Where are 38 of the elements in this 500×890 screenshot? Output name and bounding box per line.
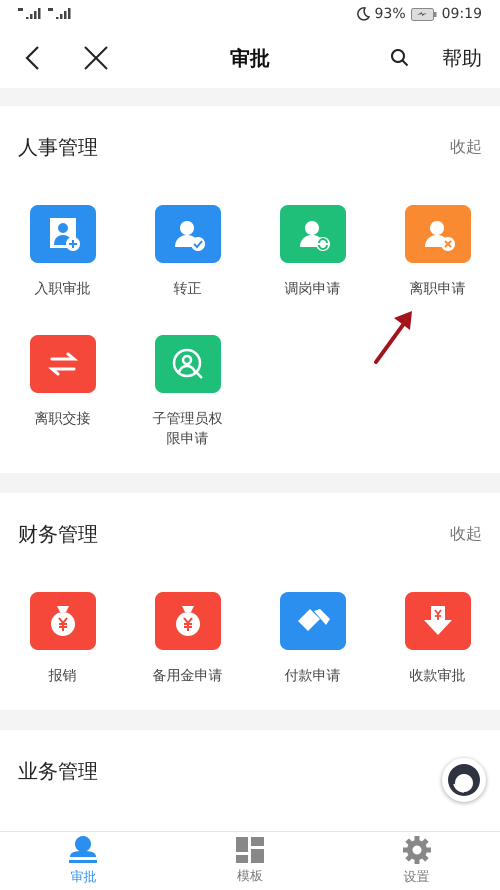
section-title: 人事管理 [18,134,98,161]
moon-icon [356,7,370,22]
approval-type[interactable]: 收款审批 [375,592,500,686]
approval-label: 离职交接 [34,410,92,429]
help-button[interactable]: 帮助 [442,44,482,72]
battery-icon [410,8,437,21]
approval-label: 入职审批 [34,280,92,299]
approval-type[interactable]: 离职交接 [0,334,125,449]
status-time: 09:19 [442,6,482,22]
tab[interactable]: 设置 [333,832,500,890]
tab[interactable]: 模板 [166,832,334,890]
approval-label: 付款申请 [284,666,342,686]
approval-label: 子管理员权限申请 [152,410,224,449]
approval-type[interactable]: 备用金申请 [125,592,250,686]
approval-type[interactable]: 报销 [0,592,125,686]
approval-type[interactable]: 调岗申请 [250,204,375,299]
battery-percent: 93% [374,6,406,22]
settings-icon [402,835,432,866]
collapse-link[interactable]: 收起 [450,524,482,545]
search-button[interactable] [390,48,410,68]
approval-type[interactable]: 子管理员权限申请 [125,334,250,449]
stamp-icon [67,835,100,866]
approval-type[interactable]: 付款申请 [250,592,375,686]
collapse-link[interactable]: 收起 [450,136,482,158]
grid-icon [235,836,265,864]
section-title: 业务管理 [18,758,98,785]
approval-type[interactable]: 离职申请 [375,204,500,299]
approval-type[interactable]: 转正 [125,204,250,299]
section-title: 财务管理 [18,520,98,548]
approval-type[interactable]: 入职审批 [0,204,125,299]
approval-label: 离职申请 [408,280,466,299]
approval-label: 收款审批 [408,666,466,686]
approval-label: 转正 [172,280,202,299]
approval-label: 报销 [48,666,78,686]
window-title: 审批 [229,44,271,72]
approval-label: 备用金申请 [152,666,224,686]
close-button[interactable] [82,44,110,72]
approval-label: 调岗申请 [284,280,342,299]
